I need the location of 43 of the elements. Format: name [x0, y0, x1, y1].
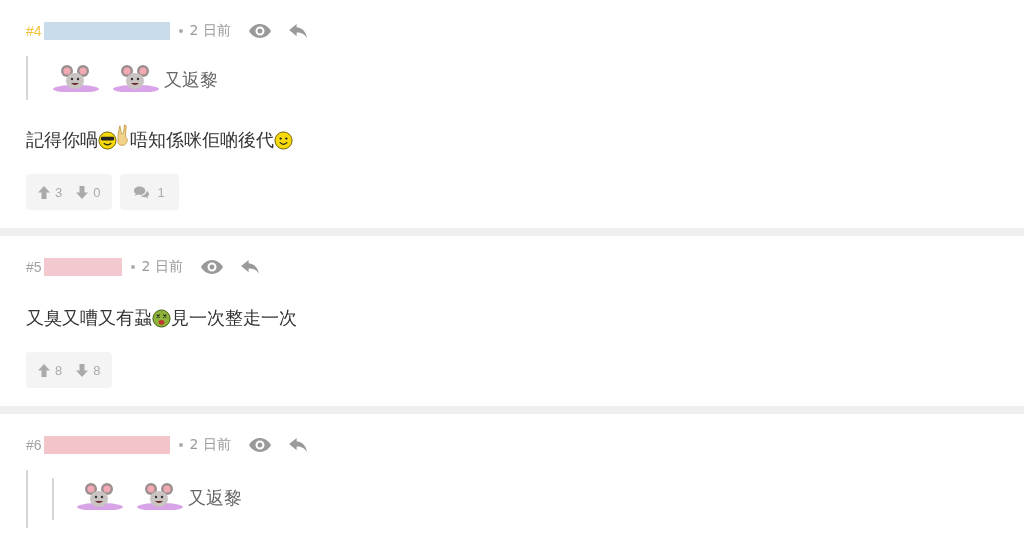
reply-icon[interactable]: [288, 437, 308, 453]
separator-dot: [178, 29, 183, 33]
mouse-sticker-icon: [136, 482, 184, 510]
post-text: 見一次整走一次: [171, 306, 297, 330]
down-arrow-icon: [76, 185, 89, 199]
reply-icon[interactable]: [240, 259, 260, 275]
eye-icon[interactable]: [200, 260, 223, 274]
post-text: 又臭又嘈又有蝨: [26, 306, 152, 330]
sick-face-icon: [152, 308, 171, 328]
eye-icon[interactable]: [248, 24, 271, 38]
mouse-sticker-icon: [52, 64, 100, 92]
mouse-sticker-icon: [112, 64, 160, 92]
post-number: #4: [26, 23, 42, 39]
post-number: #6: [26, 437, 42, 453]
separator-dot: [130, 265, 135, 269]
post-time: 2 日前: [141, 258, 183, 276]
post-text: 記得你喎: [26, 128, 98, 152]
post-time: 2 日前: [189, 436, 231, 454]
downvote-button[interactable]: 0: [76, 184, 101, 200]
downvote-count: 0: [93, 184, 101, 200]
upvote-button[interactable]: 3: [38, 184, 63, 200]
smiley-icon: [274, 130, 293, 150]
up-arrow-icon: [38, 185, 50, 199]
sunglasses-smiley-icon: [98, 130, 117, 150]
upvote-count: 3: [55, 184, 63, 200]
reply-icon[interactable]: [288, 23, 308, 39]
post-number: #5: [26, 259, 42, 275]
hand-gesture-icon: [117, 124, 130, 146]
downvote-button[interactable]: 8: [76, 362, 101, 378]
chat-bubbles-icon: [134, 185, 150, 199]
separator-dot: [178, 443, 183, 447]
post-time: 2 日前: [189, 22, 231, 40]
quote-text: 又返黎: [188, 486, 242, 510]
replies-button[interactable]: 1: [120, 174, 179, 210]
mouse-sticker-icon: [76, 482, 124, 510]
up-arrow-icon: [38, 363, 50, 377]
eye-icon[interactable]: [248, 438, 271, 452]
quote-text: 又返黎: [164, 68, 218, 92]
down-arrow-icon: [76, 363, 89, 377]
post-text: 唔知係咪佢啲後代: [130, 128, 274, 152]
downvote-count: 8: [93, 362, 101, 378]
upvote-count: 8: [55, 362, 63, 378]
upvote-button[interactable]: 8: [38, 362, 63, 378]
